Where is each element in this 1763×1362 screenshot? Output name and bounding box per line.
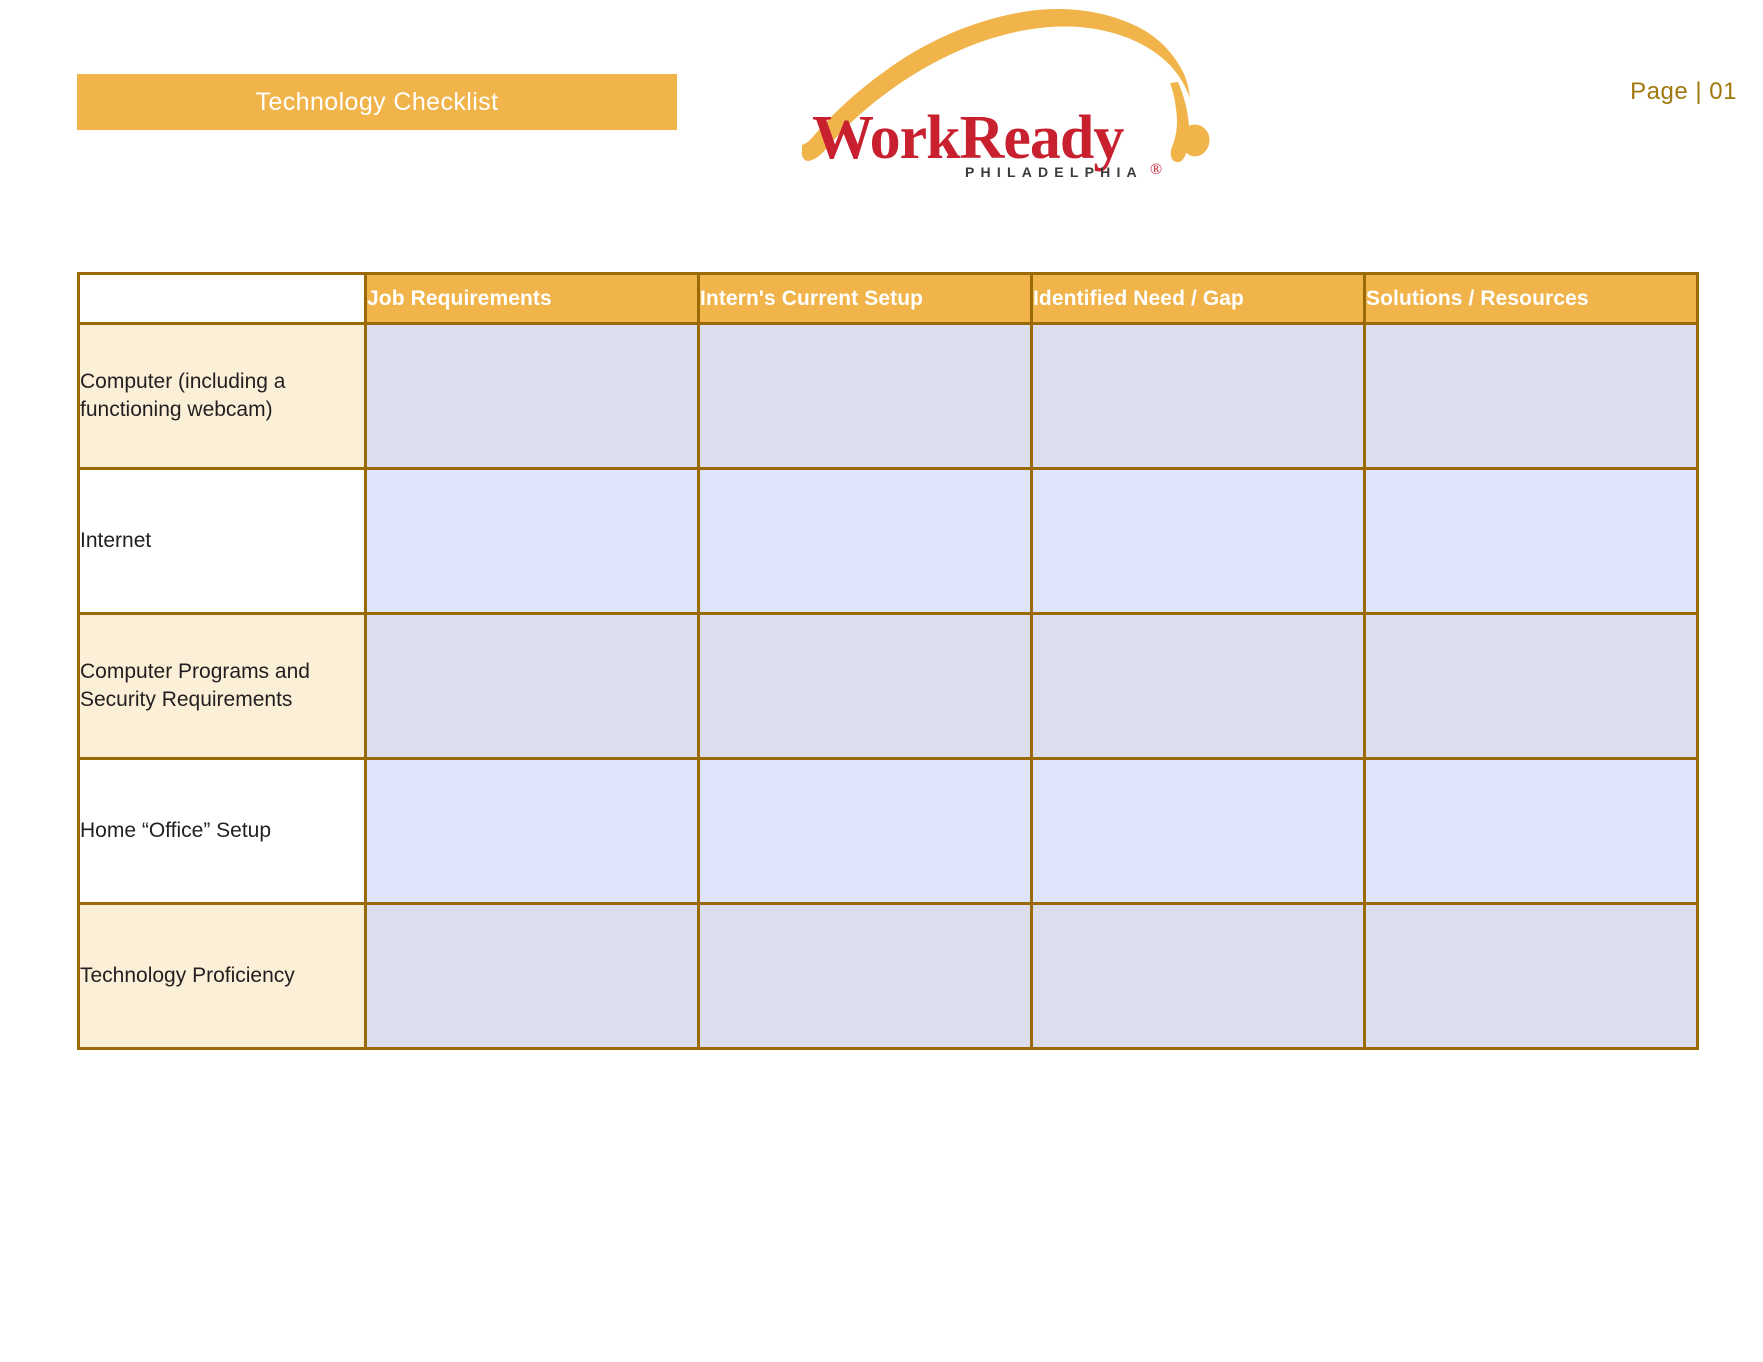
row-label-internet: Internet — [77, 467, 367, 615]
row-label-home-office-setup: Home “Office” Setup — [77, 757, 367, 905]
cell-computer-job-requirements[interactable] — [364, 322, 700, 470]
header-row: Job Requirements Intern's Current Setup … — [77, 272, 1699, 325]
cell-internet-need-gap[interactable] — [1030, 467, 1366, 615]
cell-computer-current-setup[interactable] — [697, 322, 1033, 470]
cell-home-office-solutions[interactable] — [1363, 757, 1699, 905]
table-header: Job Requirements Intern's Current Setup … — [77, 272, 1699, 325]
column-header-interns-current-setup: Intern's Current Setup — [697, 272, 1033, 325]
table-row: Computer Programs and Security Requireme… — [77, 612, 1699, 760]
cell-proficiency-current-setup[interactable] — [697, 902, 1033, 1050]
logo-tagline: PHILADELPHIA — [965, 164, 1143, 180]
technology-checklist-table: Job Requirements Intern's Current Setup … — [77, 272, 1699, 1050]
table-body: Computer (including a functioning webcam… — [77, 322, 1699, 1050]
cell-proficiency-need-gap[interactable] — [1030, 902, 1366, 1050]
cell-proficiency-job-requirements[interactable] — [364, 902, 700, 1050]
title-banner: Technology Checklist — [77, 74, 677, 130]
cell-internet-current-setup[interactable] — [697, 467, 1033, 615]
column-header-solutions-resources: Solutions / Resources — [1363, 272, 1699, 325]
cell-programs-solutions[interactable] — [1363, 612, 1699, 760]
cell-programs-current-setup[interactable] — [697, 612, 1033, 760]
cell-home-office-current-setup[interactable] — [697, 757, 1033, 905]
cell-proficiency-solutions[interactable] — [1363, 902, 1699, 1050]
cell-programs-need-gap[interactable] — [1030, 612, 1366, 760]
column-header-identified-need-gap: Identified Need / Gap — [1030, 272, 1366, 325]
registered-trademark-icon: ® — [1150, 161, 1163, 178]
table-row: Computer (including a functioning webcam… — [77, 322, 1699, 470]
cell-internet-job-requirements[interactable] — [364, 467, 700, 615]
workready-logo: WorkReady PHILADELPHIA ® — [795, 4, 1215, 189]
cell-home-office-need-gap[interactable] — [1030, 757, 1366, 905]
cell-home-office-job-requirements[interactable] — [364, 757, 700, 905]
cell-computer-need-gap[interactable] — [1030, 322, 1366, 470]
table-row: Internet — [77, 467, 1699, 615]
page-header: Technology Checklist WorkReady PHILADELP… — [0, 0, 1763, 215]
row-label-technology-proficiency: Technology Proficiency — [77, 902, 367, 1050]
cell-computer-solutions[interactable] — [1363, 322, 1699, 470]
cell-internet-solutions[interactable] — [1363, 467, 1699, 615]
logo-wordmark: WorkReady — [812, 104, 1124, 172]
cell-programs-job-requirements[interactable] — [364, 612, 700, 760]
table-row: Home “Office” Setup — [77, 757, 1699, 905]
column-header-job-requirements: Job Requirements — [364, 272, 700, 325]
page-title: Technology Checklist — [255, 87, 499, 116]
row-label-computer: Computer (including a functioning webcam… — [77, 322, 367, 470]
table-row: Technology Proficiency — [77, 902, 1699, 1050]
row-label-computer-programs: Computer Programs and Security Requireme… — [77, 612, 367, 760]
page-number: Page | 01 — [1630, 78, 1737, 105]
corner-cell — [77, 272, 367, 325]
